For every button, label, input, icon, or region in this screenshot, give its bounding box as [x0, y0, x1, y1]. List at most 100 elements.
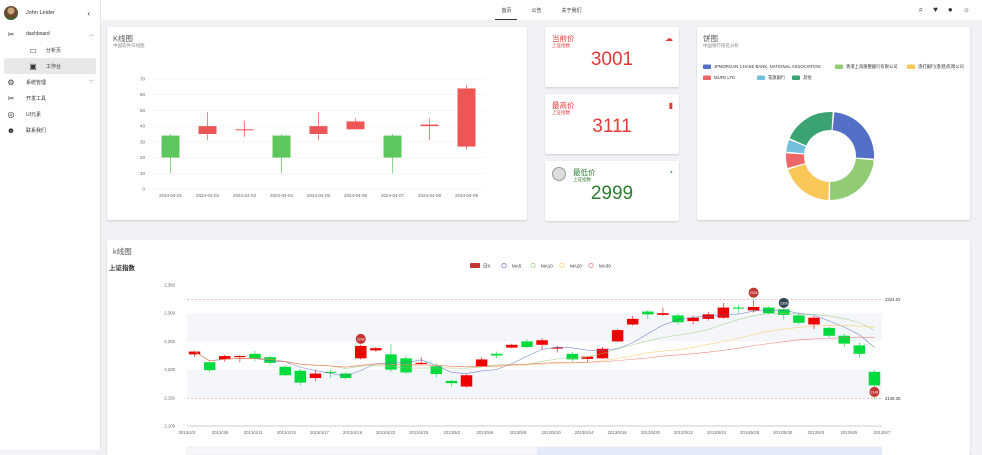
- cat-icon: [552, 167, 566, 181]
- low-price-card: 最低价 上证指数 ◔ 2999: [545, 161, 679, 221]
- x-tick-label: 2013/5/16: [608, 430, 628, 435]
- legend-swatch: [703, 75, 711, 80]
- monitor-icon: ▣: [29, 61, 37, 71]
- y-tick-label: 2,350: [164, 283, 175, 288]
- tab-about[interactable]: 关于我们: [552, 1, 592, 20]
- candle-body: [203, 362, 216, 371]
- x-tick-label: 2013/4/3: [179, 430, 196, 435]
- candle-body: [793, 315, 805, 323]
- low-price-value: 2999: [590, 183, 634, 204]
- sidebar-item-dashboard[interactable]: ✂ dashboard ︿: [0, 26, 100, 42]
- legend-label: 香港上海滙豐銀行有限公司: [846, 63, 898, 70]
- legend-label: JPMORGAN CHASE BANK, NATIONAL ASSOCIATIO…: [714, 64, 821, 69]
- x-tick-label: 2024-04-03: [233, 193, 257, 198]
- sidebar-item-analysis[interactable]: ▭ 分析页: [0, 42, 100, 58]
- user-name: John Leider: [26, 10, 55, 16]
- candle-body: [294, 370, 307, 383]
- thermometer-icon: ▮: [668, 101, 673, 110]
- candle-body: [490, 353, 503, 356]
- candle-body: [355, 345, 367, 359]
- legend-swatch: [757, 75, 765, 80]
- candle-body: [415, 362, 427, 364]
- chevron-left-icon[interactable]: ‹: [87, 9, 90, 18]
- candle-body: [717, 307, 730, 318]
- pie-slice: [789, 112, 833, 146]
- candle-body: [249, 353, 261, 359]
- legend-label: MA5: [512, 264, 522, 269]
- x-tick-label: 2013/5/22: [674, 430, 694, 435]
- legend-label: 日K: [483, 264, 491, 270]
- tab-home[interactable]: 首页: [491, 1, 521, 20]
- legend-swatch: [588, 262, 594, 269]
- legend-swatch: [835, 64, 843, 69]
- legend-label: 渣打銀行(香港)有限公司: [918, 63, 964, 70]
- x-tick-label: 2013/6/5: [841, 430, 858, 435]
- y-tick-label: 40: [140, 124, 146, 129]
- x-tick-label: 2013/4/23: [376, 430, 396, 435]
- y-tick-label: 2,150: [164, 395, 175, 400]
- heart-icon[interactable]: ♥: [933, 5, 938, 15]
- candle-body: [445, 380, 458, 384]
- legend-label: 花旗銀行: [768, 74, 786, 81]
- sidebar: John Leider ‹ ✂ dashboard ︿ ▭ 分析页 ▣ 工作台 …: [0, 0, 101, 450]
- clock-icon: ◔: [668, 168, 673, 177]
- gears-icon: ⚙: [7, 77, 15, 87]
- candle-body: [536, 340, 548, 345]
- tab-notice[interactable]: 公告: [521, 1, 551, 20]
- sidebar-item-ui[interactable]: ◎ UI元素: [0, 106, 100, 122]
- chevron-down-icon: ﹀: [88, 79, 94, 86]
- mark-point-label: 2148: [871, 390, 879, 394]
- legend-swatch: [792, 75, 800, 80]
- x-tick-label: 2024-04-05: [307, 193, 331, 198]
- y-tick-label: 2,100: [164, 424, 175, 429]
- account-icon[interactable]: ●: [948, 5, 953, 15]
- x-tick-label: 2013/5/24: [707, 430, 727, 435]
- x-tick-label: 2013/4/15: [277, 430, 297, 435]
- sidebar-item-label: 开发工具: [26, 95, 47, 102]
- current-price-value: 3001: [590, 49, 634, 70]
- sidebar-item-label: 分析页: [46, 47, 62, 54]
- x-tick-label: 2013/4/25: [409, 430, 429, 435]
- x-tick-label: 2013/5/6: [476, 430, 493, 435]
- sidebar-item-system[interactable]: ⚙ 系统管理 ﹀: [0, 74, 100, 90]
- cloud-icon: ☁: [665, 34, 673, 43]
- x-tick-label: 2013/4/11: [244, 430, 263, 435]
- legend-swatch: [703, 64, 711, 69]
- mark-point-label: 2242: [357, 337, 365, 341]
- candle-body: [747, 306, 760, 311]
- top-bar: 首页 公告 关于我们 ⌕ ♥ ● ☼: [101, 0, 982, 20]
- y-tick-label: 50: [140, 108, 146, 113]
- sidebar-item-contact[interactable]: ☻ 联系我们: [0, 122, 100, 138]
- x-tick-label: 2024-04-01: [159, 193, 183, 198]
- sidebar-item-devtools[interactable]: ✂ 开发工具: [0, 90, 100, 106]
- candle-body: [383, 135, 402, 158]
- x-tick-label: 2013/6/7: [874, 430, 891, 435]
- legend-swatch: [530, 262, 536, 269]
- sidebar-item-label: dashboard: [26, 31, 50, 37]
- user-profile[interactable]: John Leider ‹: [0, 0, 100, 26]
- sidebar-item-workbench[interactable]: ▣ 工作台: [4, 58, 96, 74]
- mark-line-label: 2324.02: [885, 297, 901, 302]
- y-tick-label: 60: [140, 92, 146, 97]
- pie-chart: JPMORGAN CHASE BANK, NATIONAL ASSOCIATIO…: [703, 63, 964, 200]
- legend-swatch: [470, 263, 480, 268]
- candle-body: [506, 344, 518, 348]
- search-icon[interactable]: ⌕: [919, 5, 923, 15]
- x-tick-label: 2013/5/2: [443, 430, 460, 435]
- y-tick-label: 70: [140, 77, 146, 82]
- pie-slice: [788, 164, 830, 200]
- x-tick-label: 2013/5/8: [510, 430, 527, 435]
- legend-label: MUFE LTD: [714, 75, 735, 80]
- y-tick-label: 20: [140, 155, 146, 160]
- x-tick-label: 2024-04-06: [344, 193, 368, 198]
- x-tick-label: 2013/4/17: [310, 430, 330, 435]
- mark-point-label: 2324: [750, 291, 758, 295]
- x-tick-label: 2013/5/10: [541, 430, 561, 435]
- legend-swatch: [501, 262, 507, 269]
- y-tick-label: 0: [142, 187, 145, 192]
- candle-body: [868, 371, 881, 386]
- candle-body: [346, 121, 365, 130]
- high-price-card: 最高价 上证指数 ▮ 3111: [545, 94, 679, 154]
- palette-icon: ◎: [7, 109, 15, 119]
- brightness-icon[interactable]: ☼: [963, 5, 970, 15]
